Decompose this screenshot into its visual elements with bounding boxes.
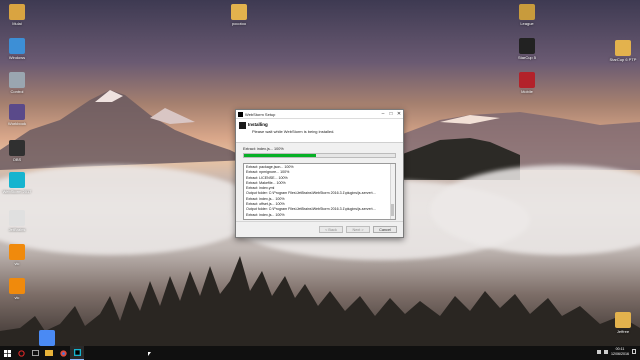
desktop-icon-label: Control [10, 89, 24, 94]
task-view-button[interactable] [28, 346, 42, 360]
next-button[interactable]: Next > [346, 226, 370, 233]
button-bar: < Back Next > Cancel [236, 221, 403, 237]
desktop-icon-label: OBS [12, 157, 22, 162]
desktop-icon[interactable]: OBS [2, 140, 32, 162]
desktop-icon[interactable]: Workbook [2, 104, 32, 126]
desktop-icon[interactable]: WebStorm 2017 [2, 172, 32, 194]
progress-bar [243, 153, 396, 158]
cancel-button[interactable]: Cancel [373, 226, 397, 233]
clock[interactable]: 00:11 12/06/2016 [611, 347, 629, 356]
notification-icon[interactable] [632, 349, 636, 354]
status-text: Extract: index.js... 100% [243, 147, 284, 151]
log-line: Extract: index.js... 100% [246, 212, 285, 217]
folder-icon [231, 4, 247, 20]
game-5-icon [519, 38, 535, 54]
back-button[interactable]: < Back [319, 226, 343, 233]
title-bar[interactable]: WebStorm Setup – □ ✕ [236, 110, 403, 119]
desktop-icon[interactable]: Mobile [512, 72, 542, 94]
desktop-icon-label: JetBrains [8, 227, 26, 232]
close-icon[interactable]: ✕ [395, 111, 403, 117]
desktop-icon-label: vlc [14, 261, 20, 266]
maximize-icon[interactable]: □ [387, 111, 395, 117]
desktop-icon[interactable]: vlc [2, 244, 32, 266]
desktop-icon-label: Mulai [12, 21, 22, 26]
desktop-icon[interactable] [32, 330, 62, 347]
desktop-icon-label: vlc [14, 295, 20, 300]
desktop-icon[interactable]: JetBrains [2, 210, 32, 232]
log-line: Output folder: C:\Program Files\JetBrain… [246, 191, 376, 196]
recycle-bin-icon [9, 72, 25, 88]
user-folder-icon [9, 4, 25, 20]
taskbar: 00:11 12/06/2016 [0, 346, 640, 360]
taskbar-chrome[interactable] [56, 346, 70, 360]
cortana-icon [17, 349, 25, 357]
cortana-button[interactable] [14, 346, 28, 360]
app-icon [9, 104, 25, 120]
progress-fill [244, 154, 317, 157]
start-button[interactable] [0, 346, 14, 360]
vlc-cone-icon [9, 244, 25, 260]
pc-icon [9, 38, 25, 54]
desktop-icon[interactable]: pocotoo [224, 4, 254, 26]
log-lines: Extract: package.json... 100% Extract: np… [246, 165, 389, 218]
desktop-icon[interactable]: Control [2, 72, 32, 94]
installer-body: Extract: index.js... 100% Extract: packa… [236, 143, 403, 220]
league-icon [519, 4, 535, 20]
desktop-icon[interactable]: StarCup 6 PTP [608, 40, 638, 62]
desktop-icon[interactable]: League [512, 4, 542, 26]
minimize-icon[interactable]: – [379, 111, 387, 117]
network-icon[interactable] [597, 349, 601, 354]
webstorm-logo-icon [239, 122, 246, 129]
desktop-icon-label: Windows [8, 55, 26, 60]
system-tray: 00:11 12/06/2016 [597, 347, 636, 356]
folder-icon [615, 40, 631, 56]
desktop-icon-label: pocotoo [231, 21, 247, 26]
webstorm-icon [9, 172, 25, 188]
scrollbar-thumb[interactable] [391, 204, 394, 216]
game-icon [519, 72, 535, 88]
desktop-icon-label: League [520, 21, 534, 26]
file-explorer-icon [45, 350, 53, 356]
desktop-icon-label: WebStorm 2017 [2, 189, 32, 194]
desktop-icon-label: Jeffree [616, 329, 630, 334]
desktop-icon[interactable]: Jeffree [608, 312, 638, 334]
chrome-icon [59, 349, 67, 357]
forest-silhouette [0, 256, 640, 346]
vlc-cone-icon [9, 278, 25, 294]
clock-date: 12/06/2016 [611, 351, 629, 356]
desktop-icon-label: StarCup 5 [517, 55, 536, 60]
installer-window[interactable]: WebStorm Setup – □ ✕ Installing Please w… [235, 109, 404, 238]
header-subtitle: Please wait while WebStorm is being inst… [252, 129, 335, 134]
folder-icon [615, 312, 631, 328]
desktop-icon-label: StarCup 6 PTP [609, 57, 637, 62]
desktop-icon[interactable]: StarCup 5 [512, 38, 542, 60]
desktop-icon-label: Mobile [521, 89, 533, 94]
desktop-icon[interactable]: vlc [2, 278, 32, 300]
installer-header: Installing Please wait while WebStorm is… [236, 119, 403, 143]
mouse-cursor [148, 352, 151, 356]
taskbar-file-explorer[interactable] [42, 346, 56, 360]
desktop-icon-label: Workbook [8, 121, 26, 126]
volume-icon[interactable] [604, 349, 608, 354]
webstorm-icon [73, 349, 81, 356]
details-log[interactable]: Extract: package.json... 100% Extract: np… [243, 163, 396, 220]
chrome-icon [39, 330, 55, 346]
webstorm-icon [238, 111, 243, 117]
window-title: WebStorm Setup [245, 111, 276, 117]
document-icon [9, 210, 25, 226]
windows-logo-icon [3, 349, 11, 357]
desktop-icon[interactable]: Windows [2, 38, 32, 60]
task-view-icon [31, 350, 39, 356]
desktop-icon[interactable]: Mulai [2, 4, 32, 26]
header-title: Installing [248, 122, 268, 127]
obs-icon [9, 140, 25, 156]
log-line: Output folder: C:\Program Files\JetBrain… [246, 207, 376, 212]
taskbar-webstorm[interactable] [70, 346, 84, 360]
log-scrollbar[interactable] [390, 164, 395, 219]
